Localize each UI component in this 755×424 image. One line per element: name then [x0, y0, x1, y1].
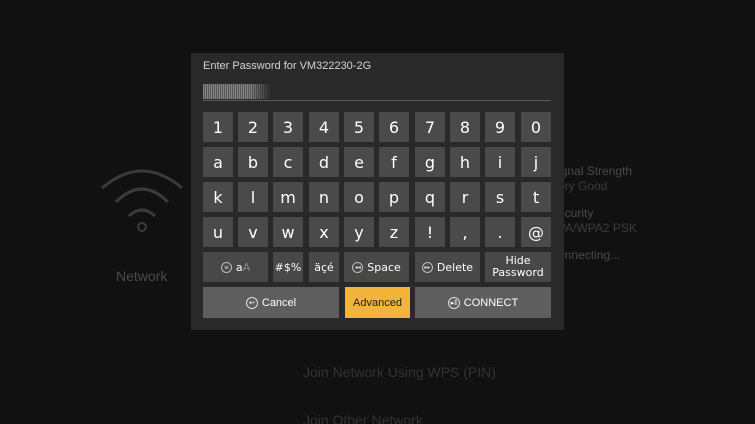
security-label: ecurity	[558, 206, 594, 220]
space-key[interactable]: ◂◂ Space	[344, 252, 409, 282]
advanced-button[interactable]: Advanced	[345, 287, 410, 318]
key-s[interactable]: s	[485, 182, 515, 212]
back-button-icon: ↩	[245, 296, 258, 309]
key-t[interactable]: t	[521, 182, 551, 212]
accents-key[interactable]: äçé	[309, 252, 339, 282]
rewind-button-icon: ◂◂	[352, 261, 364, 273]
key-8[interactable]: 8	[450, 112, 480, 142]
menu-join-other-network[interactable]: Join Other Network	[303, 412, 423, 424]
signal-strength-value: ery Good	[558, 179, 608, 193]
signal-strength-info: ignal Strength ery Good	[558, 164, 632, 194]
menu-join-wps-pin[interactable]: Join Network Using WPS (PIN)	[303, 364, 496, 380]
security-value: PA/WPA2 PSK	[558, 221, 637, 235]
key-q[interactable]: q	[415, 182, 445, 212]
key-i[interactable]: i	[485, 147, 515, 177]
password-dialog: Enter Password for VM322230-2G 1 2 3 4 5…	[191, 53, 564, 330]
key-p[interactable]: p	[379, 182, 409, 212]
key-0[interactable]: 0	[521, 112, 551, 142]
key-c[interactable]: c	[273, 147, 303, 177]
symbols-key[interactable]: #$%	[273, 252, 303, 282]
signal-strength-label: ignal Strength	[558, 164, 633, 178]
key-k[interactable]: k	[203, 182, 233, 212]
key-z[interactable]: z	[379, 217, 409, 247]
key-h[interactable]: h	[450, 147, 480, 177]
key-j[interactable]: j	[521, 147, 551, 177]
key-d[interactable]: d	[309, 147, 339, 177]
password-input[interactable]	[203, 81, 551, 101]
key-3[interactable]: 3	[273, 112, 303, 142]
key-exclamation[interactable]: !	[415, 217, 445, 247]
key-at[interactable]: @	[521, 217, 551, 247]
connection-status: onnecting...	[558, 248, 620, 263]
key-period[interactable]: .	[485, 217, 515, 247]
menu-button-icon: ≡	[220, 261, 232, 273]
wifi-icon	[101, 169, 183, 232]
key-e[interactable]: e	[344, 147, 374, 177]
key-7[interactable]: 7	[415, 112, 445, 142]
key-w[interactable]: w	[273, 217, 303, 247]
key-4[interactable]: 4	[309, 112, 339, 142]
key-g[interactable]: g	[415, 147, 445, 177]
key-o[interactable]: o	[344, 182, 374, 212]
network-label: Network	[116, 268, 168, 284]
key-u[interactable]: u	[203, 217, 233, 247]
case-toggle-key[interactable]: ≡ aA	[203, 252, 268, 282]
fast-forward-button-icon: ▸▸	[421, 261, 433, 273]
key-2[interactable]: 2	[238, 112, 268, 142]
key-a[interactable]: a	[203, 147, 233, 177]
key-9[interactable]: 9	[485, 112, 515, 142]
key-1[interactable]: 1	[203, 112, 233, 142]
key-v[interactable]: v	[238, 217, 268, 247]
hide-password-key[interactable]: Hide Password	[485, 252, 551, 282]
key-f[interactable]: f	[379, 147, 409, 177]
delete-key[interactable]: ▸▸ Delete	[415, 252, 480, 282]
connect-button[interactable]: ▸‖ CONNECT	[415, 287, 551, 318]
key-y[interactable]: y	[344, 217, 374, 247]
key-l[interactable]: l	[238, 182, 268, 212]
security-info: ecurity PA/WPA2 PSK	[558, 206, 637, 236]
play-pause-button-icon: ▸‖	[447, 296, 460, 309]
key-b[interactable]: b	[238, 147, 268, 177]
connection-status-label: onnecting...	[558, 248, 621, 262]
dialog-title: Enter Password for VM322230-2G	[203, 60, 372, 72]
key-n[interactable]: n	[309, 182, 339, 212]
key-x[interactable]: x	[309, 217, 339, 247]
cancel-button[interactable]: ↩ Cancel	[203, 287, 339, 318]
key-5[interactable]: 5	[344, 112, 374, 142]
key-r[interactable]: r	[450, 182, 480, 212]
key-m[interactable]: m	[273, 182, 303, 212]
key-6[interactable]: 6	[379, 112, 409, 142]
key-comma[interactable]: ,	[450, 217, 480, 247]
